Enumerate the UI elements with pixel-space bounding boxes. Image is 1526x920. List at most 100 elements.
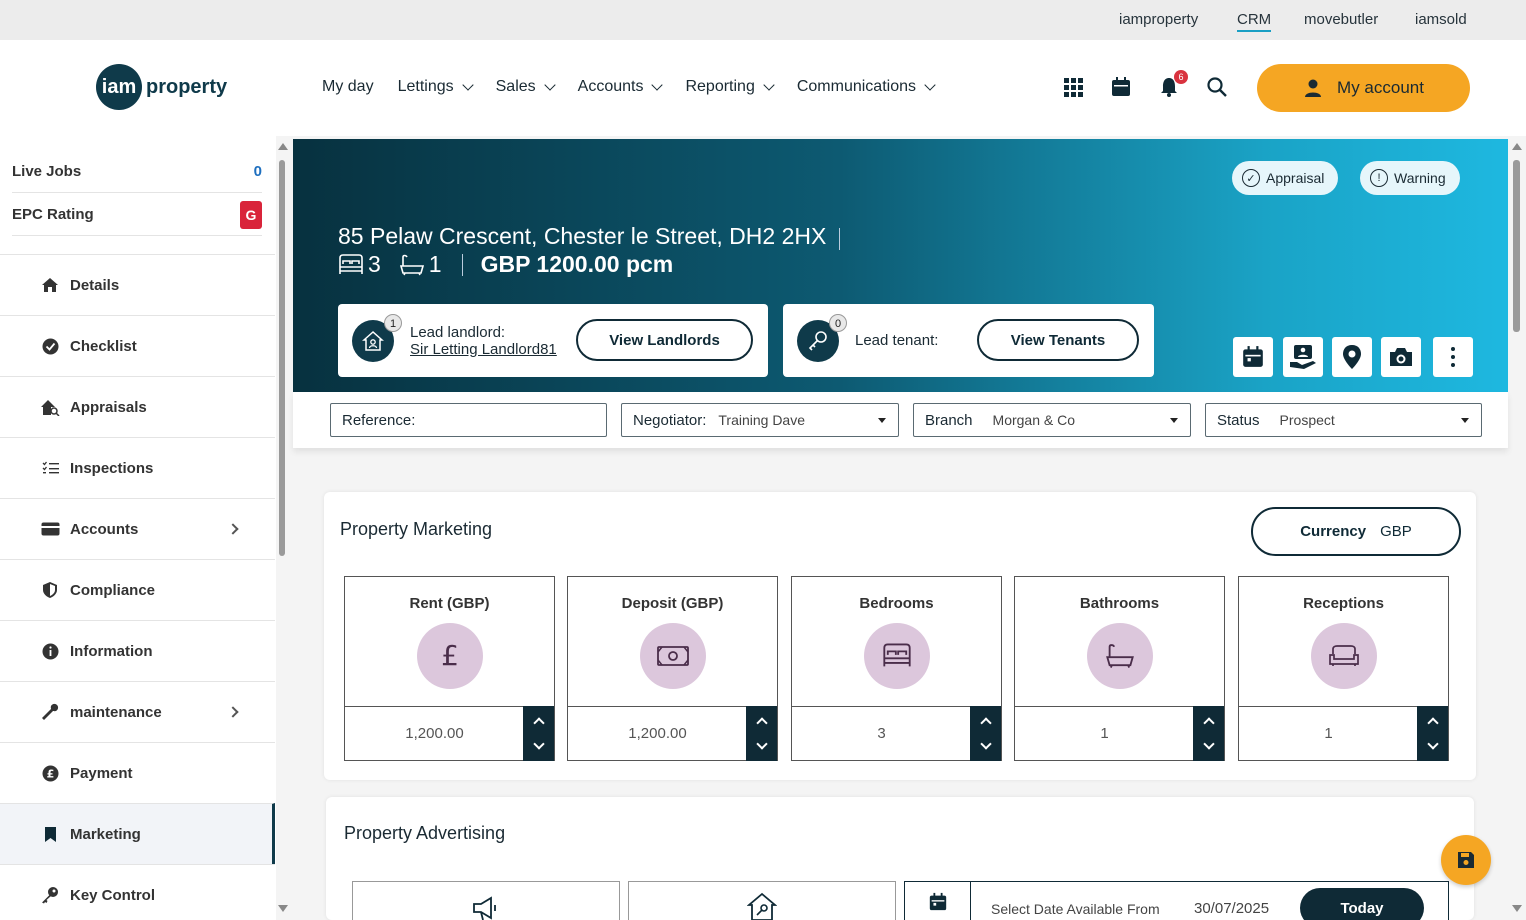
sidebar-item-inspections[interactable]: Inspections	[0, 437, 275, 498]
sidebar-item-payment[interactable]: £ Payment	[0, 742, 275, 803]
property-advertising-card: Property Advertising Select Date Availab…	[326, 797, 1474, 920]
bed-icon	[339, 253, 363, 274]
rent-stepper[interactable]	[523, 706, 554, 761]
sidebar-item-label: Payment	[70, 764, 133, 782]
lead-tenant-card: 0 Lead tenant: View Tenants	[783, 304, 1154, 377]
page-scroll-up[interactable]	[1512, 143, 1522, 150]
sidebar-item-information[interactable]: Information	[0, 620, 275, 681]
available-date-picker[interactable]: Select Date Available From 30/07/2025 To…	[904, 881, 1449, 920]
tile-label: Rent (GBP)	[409, 595, 490, 612]
appraisal-tag[interactable]: ✓ Appraisal	[1232, 161, 1339, 195]
link-iamproperty[interactable]: iamproperty	[1119, 11, 1198, 28]
camera-icon[interactable]	[1381, 337, 1421, 377]
portal-option[interactable]	[628, 881, 896, 920]
advertise-option[interactable]	[352, 881, 620, 920]
negotiator-select[interactable]: Negotiator: Training Dave	[621, 403, 899, 437]
bathrooms-tile: Bathrooms 1	[1014, 576, 1225, 761]
more-vertical-icon[interactable]	[1433, 337, 1473, 377]
tile-label: Bedrooms	[859, 595, 934, 612]
map-pin-icon[interactable]	[1332, 337, 1372, 377]
chevron-down-icon[interactable]	[755, 738, 768, 750]
landlord-count-badge: 1	[384, 313, 402, 332]
calendar-icon[interactable]	[905, 882, 971, 920]
nav-my-day[interactable]: My day	[322, 78, 374, 96]
sidebar-item-details[interactable]: Details	[0, 254, 275, 315]
bathrooms-stepper[interactable]	[1193, 706, 1224, 761]
bathrooms-input[interactable]: 1	[1015, 706, 1194, 760]
epc-rating-stat[interactable]: EPC Rating G	[12, 194, 262, 236]
section-title: Property Marketing	[340, 519, 493, 539]
nav-sales[interactable]: Sales	[496, 78, 556, 96]
nav-label: Reporting	[685, 78, 755, 95]
nav-lettings[interactable]: Lettings	[398, 78, 474, 96]
sidebar-item-label: Accounts	[70, 520, 139, 538]
lead-landlord-card: 1 Lead landlord: Sir Letting Landlord81 …	[338, 304, 768, 377]
megaphone-icon	[473, 896, 496, 920]
branch-select[interactable]: Branch Morgan & Co	[913, 403, 1191, 437]
chevron-up-icon[interactable]	[1202, 717, 1215, 729]
page-scrollbar[interactable]	[1513, 160, 1520, 332]
view-tenants-button[interactable]: View Tenants	[977, 319, 1139, 361]
bedrooms-input[interactable]: 3	[792, 706, 971, 760]
save-button[interactable]	[1441, 835, 1491, 885]
bedrooms-stepper[interactable]	[970, 706, 1001, 761]
logo[interactable]: iam property	[96, 64, 227, 110]
chevron-down-icon	[651, 78, 664, 91]
chevron-up-icon[interactable]	[755, 717, 768, 729]
my-account-button[interactable]: My account	[1257, 64, 1470, 112]
chevron-down-icon[interactable]	[1202, 738, 1215, 750]
calendar-icon[interactable]	[1233, 337, 1273, 377]
sidebar-item-maintenance[interactable]: maintenance	[0, 681, 275, 742]
chevron-down-icon	[543, 78, 556, 91]
rent-input[interactable]: 1,200.00	[345, 706, 524, 760]
chevron-up-icon[interactable]	[1426, 717, 1439, 729]
nav-label: My day	[322, 78, 374, 95]
currency-button[interactable]: Currency GBP	[1251, 507, 1461, 556]
sidebar-item-checklist[interactable]: Checklist	[0, 315, 275, 376]
sidebar-item-label: maintenance	[70, 703, 162, 721]
sidebar-scroll-up[interactable]	[278, 143, 288, 150]
chevron-up-icon[interactable]	[979, 717, 992, 729]
warning-tag[interactable]: ! Warning	[1360, 161, 1460, 195]
chevron-down-icon[interactable]	[532, 738, 545, 750]
chevron-down-icon[interactable]	[979, 738, 992, 750]
lead-landlord-label: Lead landlord:	[410, 323, 506, 341]
sidebar-item-marketing[interactable]: Marketing	[0, 803, 275, 864]
sidebar-item-key-control[interactable]: Key Control	[0, 864, 275, 920]
sidebar-item-accounts[interactable]: Accounts	[0, 498, 275, 559]
sidebar-scrollbar[interactable]	[279, 160, 285, 556]
view-landlords-button[interactable]: View Landlords	[576, 319, 753, 361]
link-crm[interactable]: CRM	[1237, 11, 1272, 32]
status-select[interactable]: Status Prospect	[1205, 403, 1482, 437]
chevron-up-icon[interactable]	[532, 717, 545, 729]
nav-communications[interactable]: Communications	[797, 78, 936, 96]
search-icon[interactable]	[1206, 76, 1230, 100]
sidebar-item-appraisals[interactable]: Appraisals	[0, 376, 275, 437]
chevron-down-icon[interactable]	[1426, 738, 1439, 750]
today-button[interactable]: Today	[1300, 888, 1424, 920]
sidebar-item-compliance[interactable]: Compliance	[0, 559, 275, 620]
nav-reporting[interactable]: Reporting	[685, 78, 775, 96]
apps-grid-icon[interactable]	[1062, 76, 1086, 100]
reference-field[interactable]: Reference:	[330, 403, 607, 437]
deposit-input[interactable]: 1,200.00	[568, 706, 747, 760]
bell-icon[interactable]: 6	[1158, 70, 1188, 100]
nav-accounts[interactable]: Accounts	[578, 78, 664, 96]
user-icon	[1305, 79, 1322, 97]
receptions-stepper[interactable]	[1417, 706, 1448, 761]
chevron-right-icon	[227, 523, 239, 535]
sidebar-item-label: Details	[70, 276, 120, 294]
deposit-stepper[interactable]	[746, 706, 777, 761]
hand-home-icon[interactable]	[1283, 337, 1323, 377]
receptions-input[interactable]: 1	[1239, 706, 1418, 760]
lead-landlord-link[interactable]: Sir Letting Landlord81	[410, 341, 557, 358]
page-scroll-down[interactable]	[1512, 905, 1522, 912]
link-movebutler[interactable]: movebutler	[1304, 11, 1378, 28]
calendar-icon[interactable]	[1110, 76, 1134, 100]
live-jobs-stat[interactable]: Live Jobs 0	[12, 151, 262, 193]
top-product-bar: iamproperty CRM movebutler iamsold	[0, 0, 1526, 40]
link-iamsold[interactable]: iamsold	[1415, 11, 1467, 28]
sidebar-scroll-down[interactable]	[278, 905, 288, 912]
date-value[interactable]: 30/07/2025	[1194, 900, 1269, 917]
tile-label: Bathrooms	[1079, 595, 1160, 612]
